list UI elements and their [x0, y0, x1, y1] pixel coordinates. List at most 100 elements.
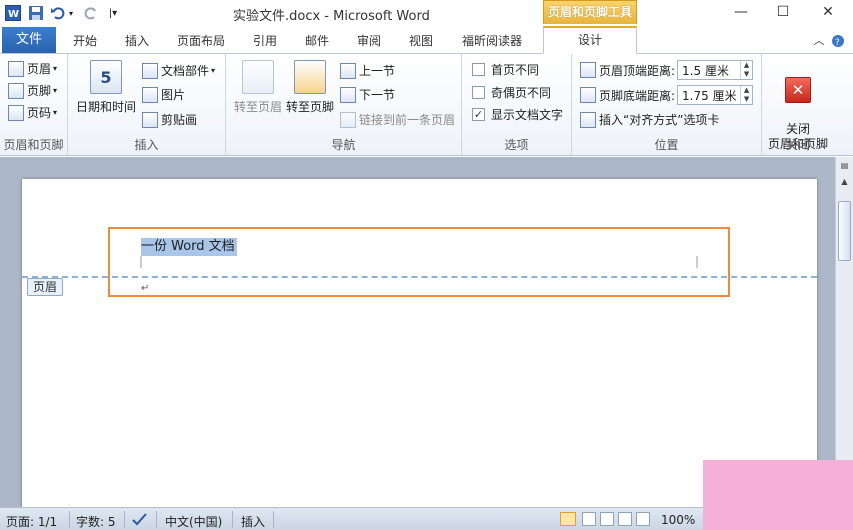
header-top-value: 1.5 厘米 — [682, 63, 729, 78]
next-section-label: 下一节 — [359, 88, 396, 102]
draft-view-icon[interactable] — [636, 512, 650, 526]
footer-dropdown[interactable]: 页脚 ▾ — [8, 82, 57, 99]
show-doc-text-label: 显示文档文字 — [491, 108, 564, 122]
align-tab-icon — [580, 111, 596, 128]
goto-header-label: 转至页眉 — [233, 100, 282, 114]
show-doc-text-check-box[interactable]: ✓ — [472, 108, 485, 121]
previous-section-button[interactable]: 上一节 — [340, 62, 395, 79]
first-page-checkbox[interactable]: 首页不同 — [472, 61, 539, 78]
tab-design[interactable]: 设计 — [543, 26, 637, 54]
previous-section-icon — [340, 62, 356, 79]
context-tool-band: 页眉和页脚工具 — [543, 0, 637, 24]
undo-dropdown-icon[interactable]: ▾ — [66, 4, 76, 22]
tab-file[interactable]: 文件 — [2, 27, 56, 53]
goto-header-button[interactable]: 转至页眉 — [232, 60, 284, 115]
tab-references[interactable]: 引用 — [244, 29, 286, 53]
scroll-up-icon[interactable]: ▲ — [838, 175, 851, 189]
goto-footer-icon — [294, 60, 326, 94]
previous-section-label: 上一节 — [359, 64, 396, 78]
quick-parts-icon — [142, 62, 158, 79]
redo-icon[interactable] — [82, 4, 100, 22]
goto-header-icon — [242, 60, 274, 94]
spinner-arrows-icon[interactable]: ▲ ▼ — [740, 86, 752, 104]
footer-bottom-distance: 页脚底端距离: 1.75 厘米 ▲ ▼ — [580, 85, 754, 105]
link-icon — [340, 111, 356, 128]
title-bar: W ▾ |▾ 页眉和页脚工具 实验文件.docx - Microsoft Wor… — [0, 0, 853, 26]
page-number-dropdown[interactable]: 页码 ▾ — [8, 104, 57, 121]
calendar-icon: 5 — [90, 60, 122, 94]
link-to-previous-label: 链接到前一条页眉 — [359, 113, 456, 127]
header-label: 页眉 — [27, 62, 52, 76]
status-insert-mode[interactable]: 插入 — [241, 513, 265, 530]
first-page-label: 首页不同 — [491, 63, 540, 77]
tab-foxit-reader[interactable]: 福昕阅读器 — [454, 29, 530, 53]
footer-bottom-spinner[interactable]: 1.75 厘米 ▲ ▼ — [677, 85, 754, 105]
tab-page-layout[interactable]: 页面布局 — [170, 29, 232, 53]
tab-home[interactable]: 开始 — [64, 29, 106, 53]
full-screen-reading-icon[interactable] — [582, 512, 596, 526]
status-words[interactable]: 字数: 5 — [76, 513, 116, 530]
picture-label: 图片 — [161, 88, 186, 102]
quick-parts-label: 文档部件 — [161, 64, 210, 78]
status-language[interactable]: 中文(中国) — [165, 513, 222, 530]
tab-mailings[interactable]: 邮件 — [296, 29, 338, 53]
show-doc-text-checkbox[interactable]: ✓ 显示文档文字 — [472, 106, 563, 123]
footer-bottom-label: 页脚底端距离: — [599, 88, 676, 103]
zoom-level[interactable]: 100% — [661, 513, 695, 527]
spinner-arrows-icon[interactable]: ▲ ▼ — [740, 61, 752, 79]
status-separator — [156, 511, 157, 528]
group-label-options: 选项 — [504, 138, 529, 152]
header-dropdown[interactable]: 页眉 ▾ — [8, 60, 57, 77]
insert-align-tab-button[interactable]: 插入“对齐方式”选项卡 — [580, 111, 719, 128]
print-layout-icon[interactable] — [560, 512, 576, 526]
group-insert: 5 日期和时间 文档部件 ▾ 图片 剪贴画 插入 — [68, 54, 226, 156]
close-button[interactable]: ✕ — [808, 0, 848, 24]
footer-position-icon — [580, 87, 596, 103]
header-top-spinner[interactable]: 1.5 厘米 ▲ ▼ — [677, 60, 754, 80]
footer-bottom-value: 1.75 厘米 — [682, 88, 737, 103]
vertical-scrollbar[interactable]: ▤ ▲ — [835, 157, 853, 507]
outline-view-icon[interactable] — [618, 512, 632, 526]
first-page-check-box[interactable] — [472, 63, 485, 76]
odd-even-checkbox[interactable]: 奇偶页不同 — [472, 84, 551, 101]
odd-even-label: 奇偶页不同 — [491, 86, 552, 100]
minimize-button[interactable]: — — [721, 0, 761, 24]
tab-view[interactable]: 视图 — [400, 29, 442, 53]
tab-design-label: 设计 — [577, 33, 602, 47]
page-number-icon — [8, 104, 24, 121]
close-red-x-icon: ✕ — [785, 77, 811, 103]
scroll-thumb[interactable] — [838, 201, 851, 261]
clip-art-icon — [142, 111, 158, 128]
help-icon[interactable]: ? — [830, 29, 846, 53]
window-title: 实验文件.docx - Microsoft Word — [233, 9, 430, 24]
minimize-ribbon-icon[interactable]: ︿ — [812, 29, 826, 53]
status-separator — [232, 511, 233, 528]
tab-review[interactable]: 审阅 — [348, 29, 390, 53]
goto-footer-button[interactable]: 转至页脚 — [284, 60, 336, 115]
next-section-button[interactable]: 下一节 — [340, 86, 395, 103]
quick-parts-button[interactable]: 文档部件 ▾ — [142, 62, 215, 79]
insert-align-tab-label: 插入“对齐方式”选项卡 — [599, 113, 720, 127]
word-logo-icon[interactable]: W — [4, 4, 22, 22]
header-tag-label: 页眉 — [27, 278, 64, 296]
ribbon-tabs: 文件 开始 插入 页面布局 引用 邮件 审阅 视图 福昕阅读器 设计 ︿ ? — [0, 26, 853, 54]
save-icon[interactable] — [27, 4, 45, 22]
customize-qat-icon[interactable]: |▾ — [104, 4, 122, 22]
clip-art-button[interactable]: 剪贴画 — [142, 111, 197, 128]
group-label-close: 关闭 — [785, 138, 810, 152]
picture-button[interactable]: 图片 — [142, 86, 185, 103]
web-layout-icon[interactable] — [600, 512, 614, 526]
odd-even-check-box[interactable] — [472, 86, 485, 99]
proofing-icon[interactable] — [131, 511, 149, 530]
maximize-button[interactable]: ☐ — [763, 0, 803, 24]
status-page[interactable]: 页面: 1/1 — [6, 513, 57, 530]
group-label-header-footer: 页眉和页脚 — [3, 138, 64, 152]
date-time-button[interactable]: 5 日期和时间 — [74, 60, 138, 115]
group-navigation: 转至页眉 转至页脚 上一节 下一节 链接到前一条页眉 导航 — [226, 54, 462, 156]
next-section-icon — [340, 86, 356, 103]
group-label-navigation: 导航 — [331, 138, 356, 152]
undo-icon[interactable] — [49, 4, 67, 22]
tab-insert[interactable]: 插入 — [116, 29, 158, 53]
ruler-toggle-icon[interactable]: ▤ — [838, 159, 851, 173]
link-to-previous-button[interactable]: 链接到前一条页眉 — [340, 111, 455, 128]
